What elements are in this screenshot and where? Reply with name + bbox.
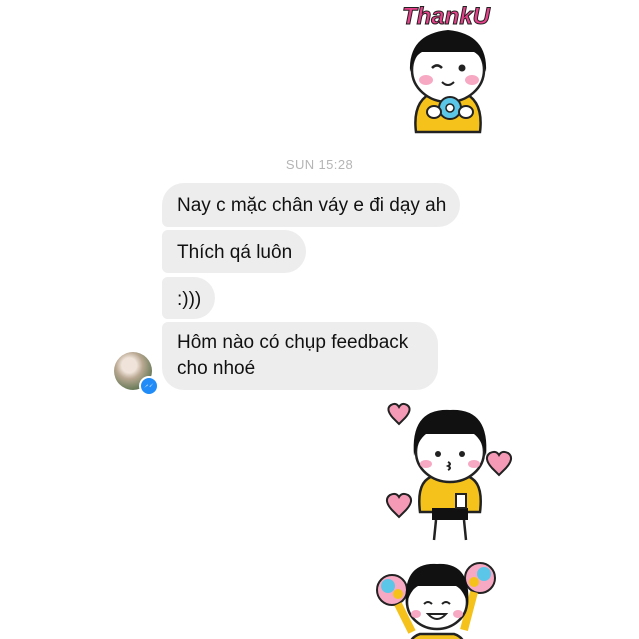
message-text: Thích qá luôn (177, 242, 293, 263)
message-text-line-1: Hôm nào có chụp feedback (177, 332, 409, 353)
thank-you-lettering: ThankU (402, 3, 491, 30)
message-bubble[interactable]: Hôm nào có chụp feedback cho nhoé (162, 322, 438, 390)
cheer-sticker-art (376, 562, 496, 639)
hearts-sticker-art (386, 402, 512, 541)
message-timestamp: SUN 15:28 (285, 157, 354, 172)
message-bubble[interactable]: :))) (162, 277, 216, 319)
message-text-line-2: cho nhoé (177, 358, 256, 379)
message-bubble[interactable]: Thích qá luôn (162, 230, 307, 273)
message-text: Nay c mặc chân váy e đi dạy ah (177, 195, 447, 216)
thank-you-sticker[interactable]: ThankU (386, 0, 510, 140)
hearts-sticker[interactable] (380, 400, 520, 545)
thank-you-sticker-art: ThankU (401, 3, 491, 134)
message-text: :))) (177, 289, 202, 310)
message-bubble[interactable]: Nay c mặc chân váy e đi dạy ah (162, 183, 461, 227)
messenger-icon (139, 376, 159, 396)
cheer-sticker[interactable] (372, 560, 502, 639)
